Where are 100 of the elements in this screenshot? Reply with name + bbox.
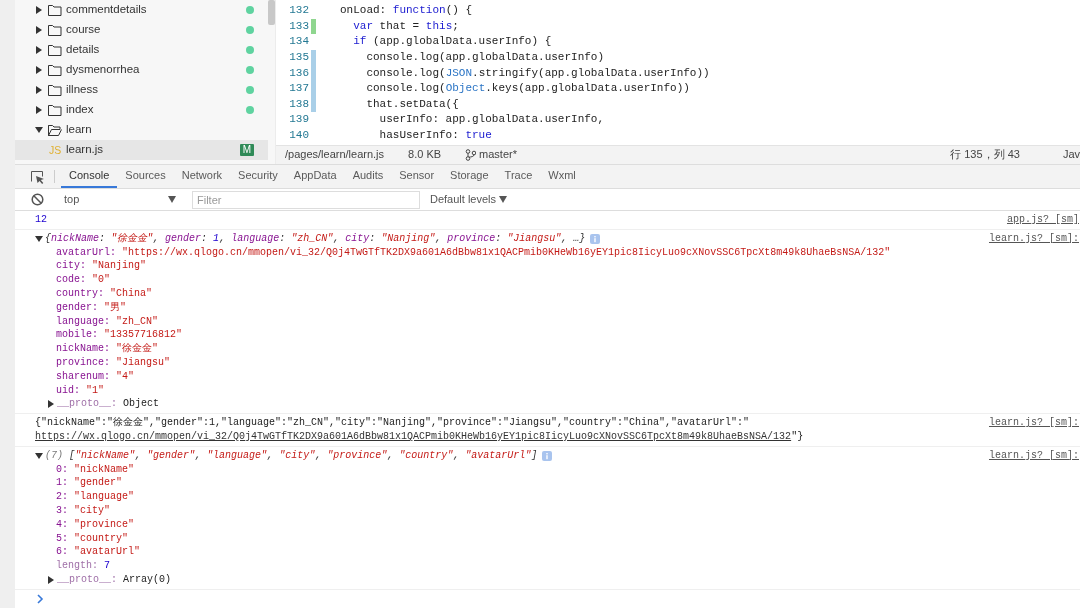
source-link[interactable]: learn.js? [sm]:: [989, 416, 1079, 430]
code-line: console.log(JSON.stringify(app.globalData.userInfo)): [365, 66, 710, 80]
property-line: 3: "city": [55, 503, 112, 518]
status-badge: M: [239, 144, 254, 156]
property-line: 2: "language": [55, 490, 136, 504]
collapse-triangle-icon[interactable]: [35, 234, 43, 243]
devtools-tab[interactable]: Wxml: [540, 165, 584, 188]
code-line: var that = this;: [352, 19, 459, 33]
tree-item[interactable]: illness: [15, 80, 268, 100]
property-line: uid: "1": [55, 383, 106, 398]
folder-icon: [48, 64, 62, 76]
expand-triangle-icon[interactable]: [35, 46, 43, 54]
source-link[interactable]: app.js? [sm]: [1007, 213, 1079, 227]
folder-icon: [48, 124, 62, 136]
property-line: gender: "男": [55, 300, 128, 315]
folder-icon: [48, 4, 62, 16]
folder-icon: [48, 44, 62, 56]
devtools-tab[interactable]: Network: [173, 165, 231, 188]
devtools-tab[interactable]: Audits: [344, 165, 392, 188]
property-line: code: "0": [55, 273, 112, 287]
folder-icon: [48, 104, 62, 116]
line-number: 135: [288, 51, 309, 65]
scrollbar-thumb[interactable]: [268, 0, 275, 25]
tree-item[interactable]: index: [15, 100, 268, 120]
property-line: length: 7: [55, 559, 112, 573]
line-number: 137: [288, 82, 309, 96]
language-mode: Jav: [1062, 148, 1080, 162]
tree-item[interactable]: dysmenorrhea: [15, 60, 268, 80]
property-line[interactable]: __proto__: Object: [57, 397, 160, 412]
devtools-tab[interactable]: Sources: [117, 165, 174, 188]
property-line: city: "Nanjing": [55, 259, 148, 274]
collapse-triangle-icon[interactable]: [35, 451, 43, 460]
property-line: 0: "nickName": [55, 462, 136, 477]
property-line: 4: "province": [55, 517, 136, 532]
devtools-tab[interactable]: Console: [61, 165, 118, 188]
source-link[interactable]: learn.js? [sm]:: [989, 231, 1079, 246]
console-value: 12: [35, 214, 47, 225]
devtools-tab[interactable]: AppData: [285, 165, 345, 188]
tree-item[interactable]: JS learn.js M: [15, 140, 268, 160]
devtools-tab[interactable]: Trace: [496, 165, 541, 188]
property-line: language: "zh_CN": [55, 314, 160, 329]
devtools-tab[interactable]: Storage: [442, 165, 497, 188]
code-line: console.log(Object.keys(app.globalData.userInfo)): [365, 82, 690, 96]
info-icon: [542, 450, 553, 461]
tree-item[interactable]: details: [15, 40, 268, 60]
line-number: 133: [288, 19, 309, 33]
tree-item[interactable]: course: [15, 20, 268, 40]
expand-triangle-icon[interactable]: [35, 86, 43, 94]
code-line: console.log(app.globalData.userInfo): [365, 51, 605, 65]
file-path: /pages/learn/learn.js: [285, 148, 385, 162]
devtools-tab[interactable]: Sensor: [391, 165, 443, 188]
context-select[interactable]: top: [61, 192, 179, 207]
object-summary[interactable]: {nickName: "徐金金", gender: 1, language: "zh_CN", city: "Nanjing", province: "Jiangsu", …}: [45, 231, 586, 246]
property-line: country: "China": [55, 287, 154, 301]
line-number: 134: [288, 35, 309, 49]
property-line: 1: "gender": [55, 476, 124, 491]
code-line: if (app.globalData.userInfo) {: [352, 35, 552, 49]
caret-icon: [499, 196, 508, 203]
expand-triangle-icon[interactable]: [35, 66, 43, 74]
line-number: 139: [288, 113, 309, 127]
line-number: 138: [288, 97, 309, 111]
cursor-position: 行 135，列 43: [950, 148, 1020, 162]
property-line: nickName: "徐金金": [55, 342, 160, 356]
property-line: 5: "country": [55, 531, 130, 546]
url-link[interactable]: https://wx.qlogo.cn/mmopen/vi_32/Q0j4TwGTfTK2DX9a601A6dBbw81x1QACPmib0KHeWb16yEY1pic8IicyLuo9cXNovSSC6TpcXt8m49k8UhaeBsNSA/132: [35, 429, 792, 444]
property-line: 6: "avatarUrl": [55, 545, 142, 560]
code-line: userInfo: app.globalData.userInfo,: [378, 113, 605, 127]
expand-triangle-icon[interactable]: [35, 106, 43, 114]
branch-icon: [465, 149, 477, 161]
code-line: hasUserInfo: true: [378, 128, 492, 143]
source-link[interactable]: learn.js? [sm]:: [989, 448, 1079, 463]
tree-item[interactable]: commentdetails: [15, 0, 268, 20]
code-line: that.setData({: [365, 97, 459, 111]
property-line: sharenum: "4": [55, 369, 136, 384]
line-number: 140: [288, 128, 309, 143]
filter-field[interactable]: Filter: [192, 190, 420, 209]
collapse-triangle-icon[interactable]: [35, 126, 43, 134]
object-summary[interactable]: (7) ["nickName", "gender", "language", "city", "province", "country", "avatarUrl"]: [45, 448, 538, 463]
expand-triangle-icon[interactable]: [35, 6, 43, 14]
tree-item[interactable]: learn: [15, 120, 268, 140]
branch-name[interactable]: master*: [479, 148, 517, 162]
line-number: 132: [288, 4, 309, 18]
caret-icon: [168, 196, 176, 203]
devtools-tab[interactable]: Security: [230, 165, 286, 188]
levels-dropdown[interactable]: Default levels: [424, 191, 514, 208]
prompt-icon: [37, 593, 44, 604]
expand-triangle-icon[interactable]: [47, 400, 55, 409]
log-message: {"nickName":"徐金金","gender":1,"language":"zh_CN","city":"Nanjing","province":"Jiangsu","country":"China","avatarUrl":" https://wx.qlogo.cn/mmopen/vi_32/Q0j4TwGTfTK2DX9a601A6dBbw81x1QACPmib0KHeWb16yEY1pic8IicyLuo9cXNovSSC6TpcXt8m49k8UhaeBsNSA/132"}: [35, 416, 805, 444]
line-number: 136: [288, 66, 309, 80]
property-line: avatarUrl: "https://wx.qlogo.cn/mmopen/vi_32/Q0j4TwGTfTK2DX9a601A6dBbw81x1QACPmib0KHeWb16yEY1pic8IicyLuo9cXNovSSC6TpcXt8m49k8UhaeBsNSA/132": [55, 245, 892, 260]
folder-icon: [48, 24, 62, 36]
code-line: onLoad: function() {: [340, 4, 473, 18]
property-line[interactable]: __proto__: Array(0): [57, 572, 172, 587]
property-line: mobile: "13357716812": [55, 328, 184, 343]
expand-triangle-icon[interactable]: [47, 575, 55, 584]
property-line: province: "Jiangsu": [55, 355, 172, 370]
inspect-icon[interactable]: [30, 170, 45, 185]
clear-console-icon[interactable]: [31, 193, 44, 206]
file-size: 8.0 KB: [408, 148, 442, 162]
expand-triangle-icon[interactable]: [35, 26, 43, 34]
